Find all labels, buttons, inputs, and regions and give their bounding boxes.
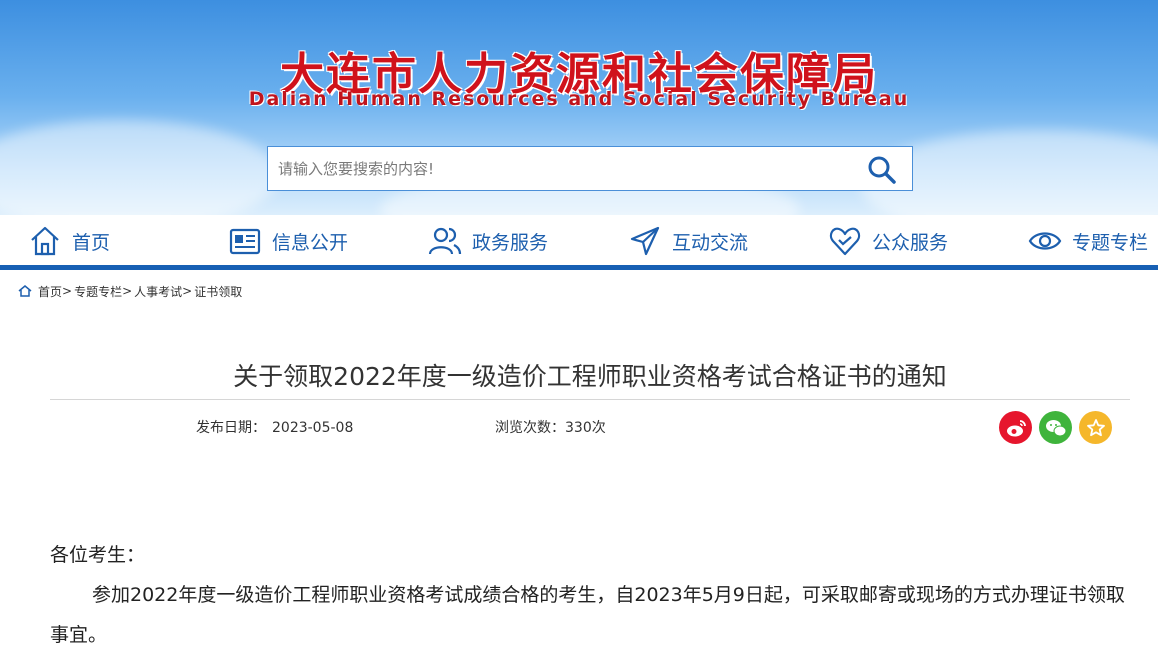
home-icon [31,226,59,256]
article-body: 各位考生： 参加2022年度一级造价工程师职业资格考试成绩合格的考生，自2023… [50,535,1125,655]
breadcrumb-exam[interactable]: 人事考试 [134,283,182,300]
date-label: 发布日期： [196,420,266,436]
search-input[interactable] [278,147,838,190]
users-icon [428,227,462,255]
breadcrumb: 首页 > 专题专栏 > 人事考试 > 证书领取 [18,282,242,300]
publish-date: 发布日期： 2023-05-08 [196,417,353,437]
weibo-icon [1006,419,1026,436]
cloud-decoration [0,120,280,215]
breadcrumb-separator: > [62,284,73,298]
views-value: 330次 [565,420,606,436]
greeting: 各位考生： [50,544,146,566]
view-count: 浏览次数：330次 [495,417,606,437]
views-label: 浏览次数： [495,420,565,436]
star-icon [1086,418,1105,436]
weibo-share-button[interactable] [999,411,1032,444]
wechat-share-button[interactable] [1039,411,1072,444]
home-icon [18,285,32,297]
title-divider [50,399,1130,400]
site-header: 大连市人力资源和社会保障局 Dalian Human Resources and… [0,0,1158,215]
nav-item-info[interactable]: 信息公开 [228,215,348,267]
breadcrumb-separator: > [182,284,193,298]
article-paragraph: 参加2022年度一级造价工程师职业资格考试成绩合格的考生，自2023年5月9日起… [50,584,1125,646]
breadcrumb-topics[interactable]: 专题专栏 [74,283,122,300]
nav-item-interaction[interactable]: 互动交流 [628,215,748,267]
nav-item-topics[interactable]: 专题专栏 [1028,215,1148,267]
breadcrumb-separator: > [122,284,133,298]
nav-divider [0,265,1158,270]
nav-label: 政务服务 [472,231,549,254]
breadcrumb-home[interactable]: 首页 [38,283,62,300]
nav-item-public[interactable]: 公众服务 [828,215,948,267]
heart-icon [829,227,861,256]
favorite-share-button[interactable] [1079,411,1112,444]
nav-label: 专题专栏 [1072,231,1149,254]
date-value: 2023-05-08 [272,420,354,436]
site-subtitle: Dalian Human Resources and Social Securi… [248,88,910,110]
wechat-icon [1045,419,1066,436]
eye-icon [1028,232,1062,250]
nav-label: 公众服务 [872,231,949,254]
newspaper-icon [229,228,261,255]
nav-label: 互动交流 [672,231,749,254]
main-nav: 首页 信息公开 政务服务 互动交流 公众服务 专题专栏 [0,215,1158,267]
nav-item-home[interactable]: 首页 [28,215,110,267]
search-box [267,146,913,191]
nav-item-services[interactable]: 政务服务 [428,215,548,267]
search-icon [868,156,896,184]
breadcrumb-certificate[interactable]: 证书领取 [194,283,242,300]
search-button[interactable] [866,154,898,186]
nav-label: 首页 [72,231,111,254]
article-title: 关于领取2022年度一级造价工程师职业资格考试合格证书的通知 [233,362,947,391]
send-icon [630,226,660,256]
nav-label: 信息公开 [272,231,349,254]
